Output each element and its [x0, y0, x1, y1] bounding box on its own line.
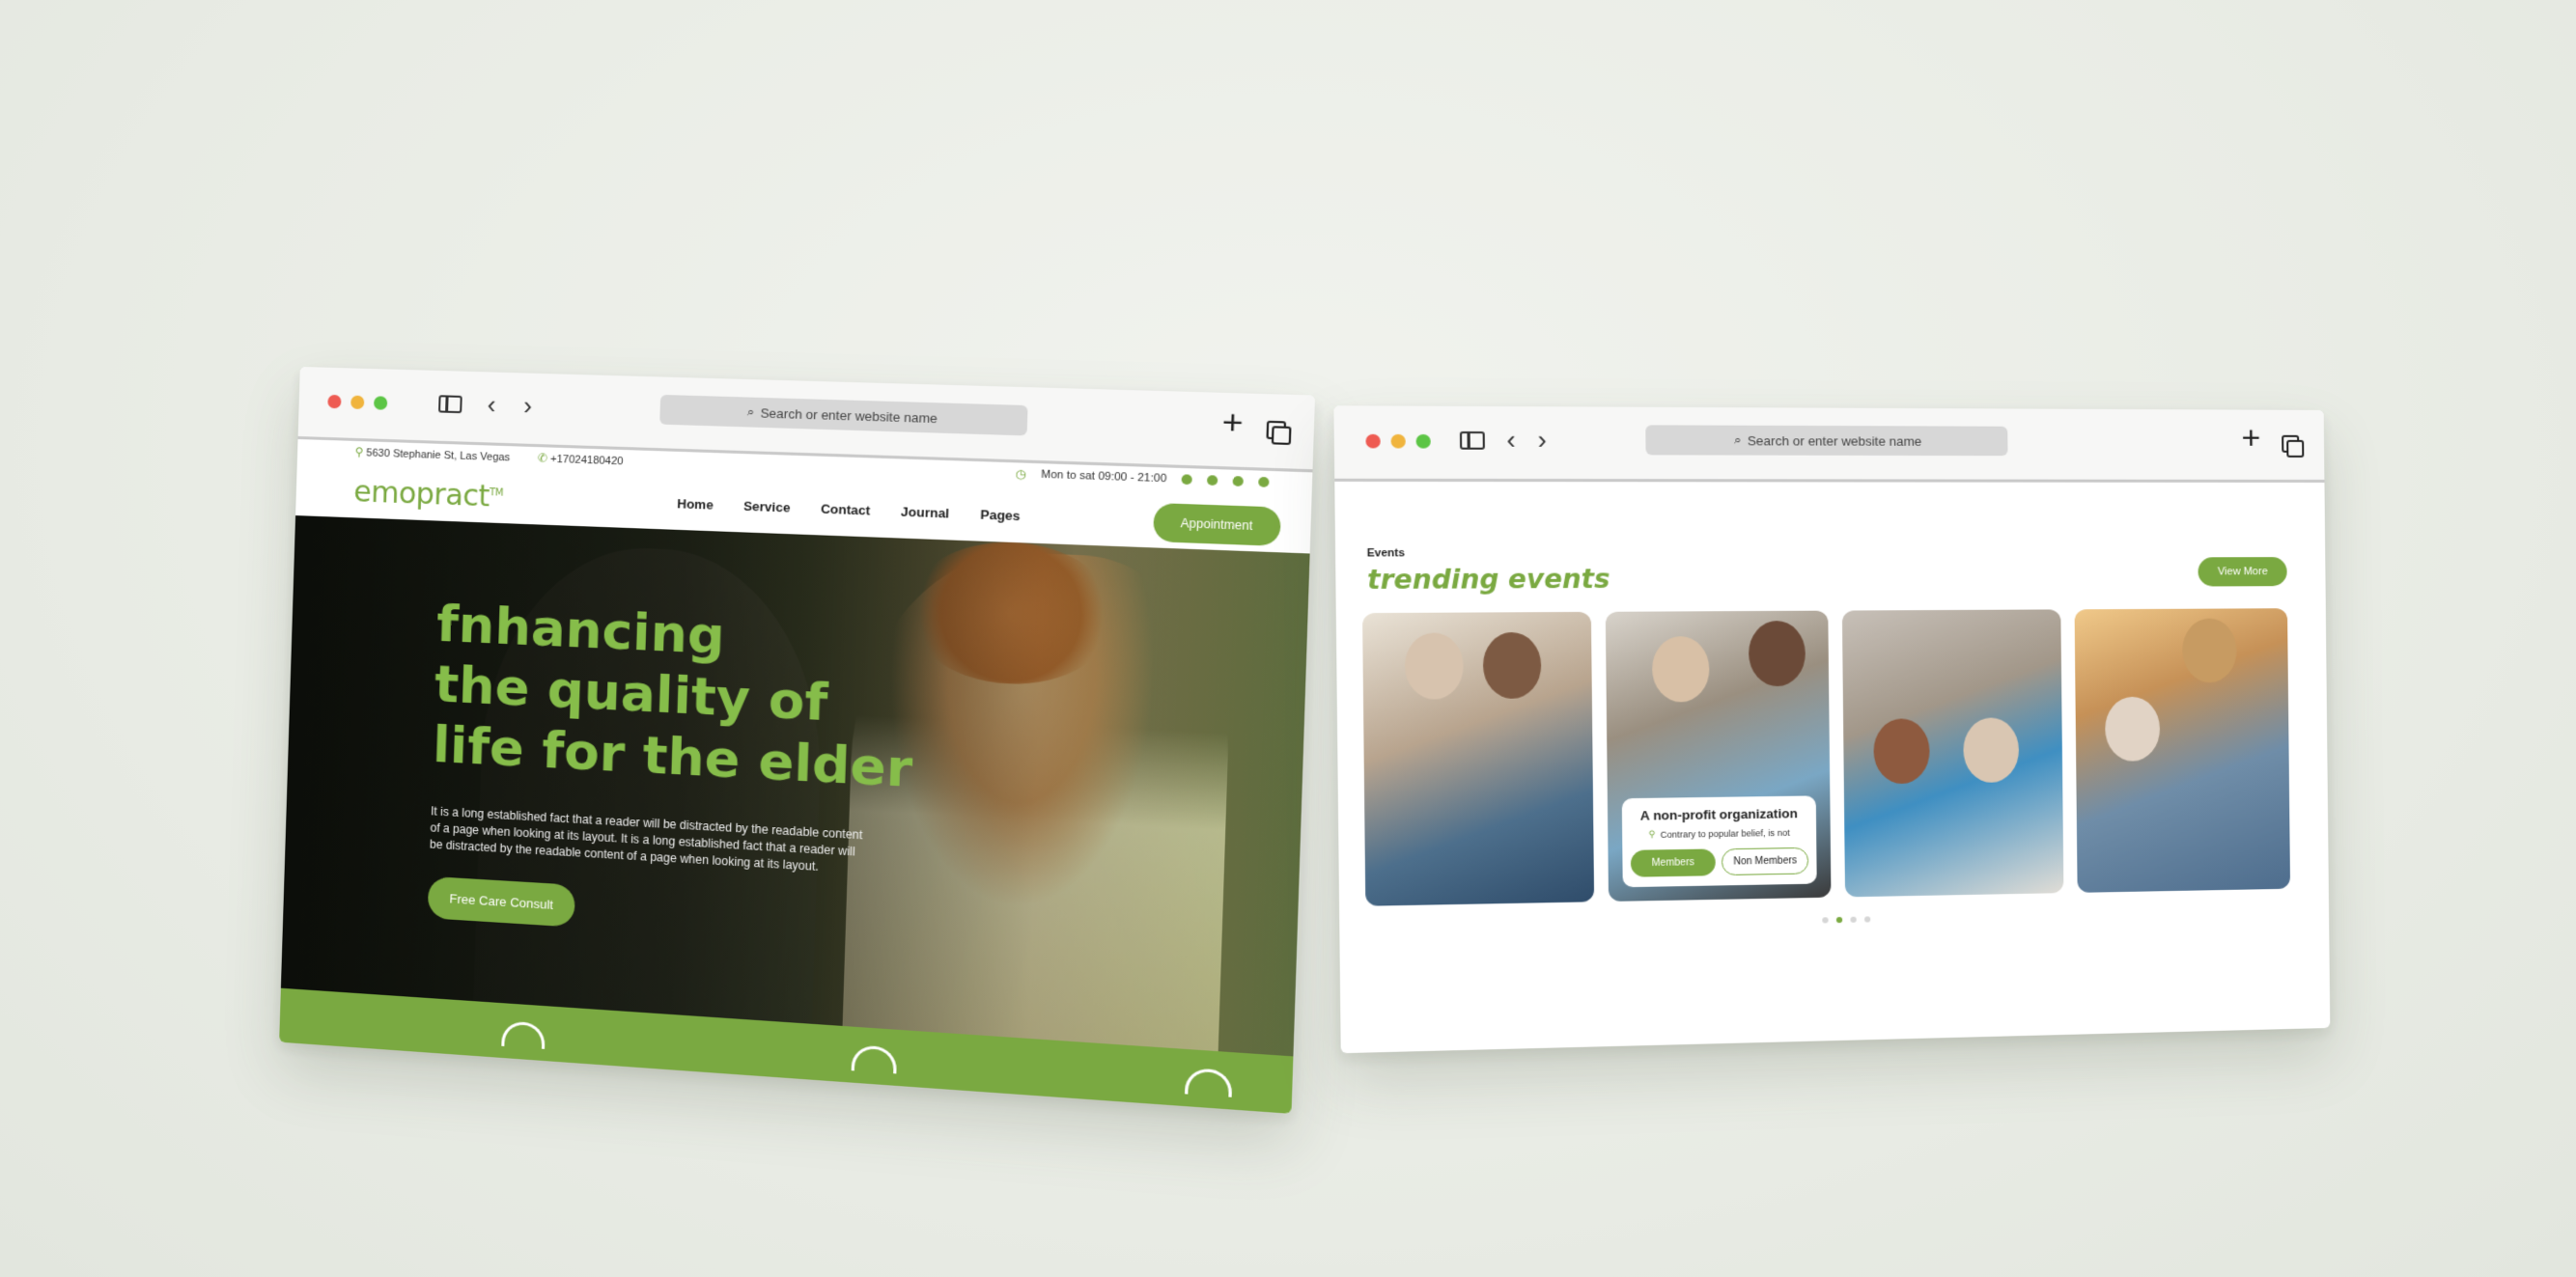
phone-icon: ✆	[537, 451, 548, 465]
social-icon[interactable]	[1206, 475, 1218, 486]
house-heart-icon	[1185, 1067, 1233, 1097]
card-photo-person	[2104, 696, 2160, 762]
address-bar[interactable]: ⌕ Search or enter website name	[659, 394, 1028, 436]
browser-chrome: ‹ › ⌕ Search or enter website name +	[1333, 405, 2325, 483]
search-icon: ⌕	[1733, 431, 1742, 448]
back-arrow-icon[interactable]: ‹	[487, 390, 496, 420]
event-card[interactable]	[1362, 611, 1594, 906]
new-tab-plus-icon[interactable]: +	[1221, 403, 1244, 442]
minimize-window-button[interactable]	[1390, 433, 1406, 449]
event-card[interactable]	[1841, 609, 2063, 898]
social-icon[interactable]	[1232, 476, 1244, 487]
menu-item-contact[interactable]: Contact	[821, 501, 871, 517]
browser-window-home: ‹ › ⌕ Search or enter website name + ⚲ 5…	[279, 366, 1316, 1114]
close-window-button[interactable]	[327, 394, 342, 409]
menu-item-service[interactable]: Service	[743, 498, 791, 514]
phone-text[interactable]: +17024180420	[550, 454, 624, 468]
window-controls	[327, 394, 388, 410]
appointment-button[interactable]: Appointment	[1152, 502, 1281, 546]
view-more-button[interactable]: View More	[2198, 557, 2287, 587]
opening-hours: Mon to sat 09:00 - 21:00	[1041, 468, 1167, 486]
pager-dot-active[interactable]	[1835, 916, 1842, 924]
address-bar-placeholder: Search or enter website name	[1747, 432, 1922, 449]
event-card-featured[interactable]: A non-profit organization ⚲ Contrary to …	[1605, 610, 1832, 902]
card-photo-person	[1651, 636, 1710, 703]
events-title: trending events	[1366, 565, 1610, 597]
close-window-button[interactable]	[1365, 433, 1381, 449]
card-photo-person	[1873, 718, 1930, 785]
menu-item-pages[interactable]: Pages	[980, 507, 1021, 523]
address-bar-placeholder: Search or enter website name	[760, 404, 938, 426]
members-button[interactable]: Members	[1630, 848, 1717, 877]
address-bar[interactable]: ⌕ Search or enter website name	[1645, 425, 2008, 457]
clock-icon: ◷	[1015, 466, 1027, 482]
forward-arrow-icon[interactable]: ›	[523, 391, 533, 421]
events-eyebrow: Events	[1366, 546, 1406, 560]
zoom-window-button[interactable]	[373, 396, 388, 410]
zoom-window-button[interactable]	[1415, 433, 1431, 449]
main-menu: Home Service Contact Journal Pages	[677, 495, 1021, 522]
house-heart-icon	[501, 1020, 546, 1049]
tabs-overview-icon[interactable]	[1266, 420, 1292, 445]
social-icon[interactable]	[1258, 476, 1270, 487]
pager-dot[interactable]	[1849, 916, 1857, 923]
new-tab-plus-icon[interactable]: +	[2241, 420, 2260, 457]
house-heart-icon	[851, 1044, 898, 1074]
event-card-subtitle: Contrary to popular belief, is not	[1660, 827, 1790, 840]
location-pin-icon: ⚲	[1648, 828, 1656, 840]
pager-dot[interactable]	[1863, 916, 1870, 923]
search-icon: ⌕	[746, 403, 755, 420]
hero-section: fnhancing the quality of life for the el…	[280, 515, 1310, 1057]
card-photo-person	[1482, 631, 1542, 700]
social-icon[interactable]	[1181, 474, 1192, 486]
carousel-pager	[1821, 916, 1870, 924]
sidebar-icon[interactable]	[1459, 430, 1485, 450]
card-photo-person	[1748, 621, 1806, 687]
event-card[interactable]	[2074, 608, 2291, 893]
sidebar-icon[interactable]	[438, 395, 462, 414]
tabs-overview-icon[interactable]	[2282, 434, 2305, 458]
back-arrow-icon[interactable]: ‹	[1506, 425, 1516, 455]
site-logo[interactable]: emopractTM	[353, 475, 504, 514]
menu-item-journal[interactable]: Journal	[901, 504, 950, 520]
browser-window-events: ‹ › ⌕ Search or enter website name + Eve…	[1333, 405, 2331, 1054]
events-carousel: A non-profit organization ⚲ Contrary to …	[1362, 608, 2291, 906]
menu-item-home[interactable]: Home	[677, 495, 714, 512]
minimize-window-button[interactable]	[350, 395, 365, 410]
pager-dot[interactable]	[1821, 917, 1829, 924]
card-photo-person	[1404, 632, 1464, 700]
event-card-title: A non-profit organization	[1639, 805, 1798, 823]
card-photo-person	[2181, 618, 2237, 683]
hero-title: fnhancing the quality of life for the el…	[432, 595, 914, 800]
location-pin-icon: ⚲	[354, 444, 364, 459]
card-photo-person	[1963, 717, 2020, 784]
event-card-info: A non-profit organization ⚲ Contrary to …	[1621, 795, 1817, 888]
address-text: 5630 Stephanie St, Las Vegas	[366, 447, 511, 464]
forward-arrow-icon[interactable]: ›	[1537, 425, 1547, 455]
window-controls	[1365, 433, 1431, 449]
non-members-button[interactable]: Non Members	[1722, 847, 1809, 876]
